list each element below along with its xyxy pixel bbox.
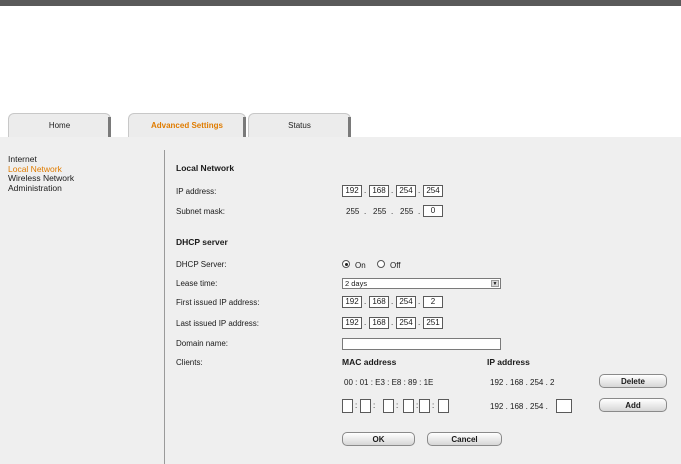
last-ip-octet-1[interactable]: 192	[342, 317, 362, 329]
delete-button[interactable]: Delete	[599, 374, 667, 388]
section-title-local-network: Local Network	[176, 163, 235, 173]
ip-address-label: IP address:	[176, 187, 217, 196]
dhcp-on-radio[interactable]	[342, 260, 350, 268]
new-ip-last-octet[interactable]	[556, 399, 572, 413]
lease-time-value: 2 days	[345, 279, 368, 288]
subnet-mask-label: Subnet mask:	[176, 207, 225, 216]
ip-address-header: IP address	[487, 357, 530, 367]
mask-octet-1: 255	[346, 207, 360, 216]
new-mac-octet-1[interactable]	[342, 399, 353, 413]
sidebar-item-administration[interactable]: Administration	[8, 183, 74, 194]
lease-time-select[interactable]: 2 days ▼	[342, 278, 501, 289]
first-ip-octet-2[interactable]: 168	[369, 296, 389, 308]
mask-octet-3: 255	[400, 207, 414, 216]
tab-status[interactable]: Status	[248, 113, 351, 138]
dhcp-server-label: DHCP Server:	[176, 260, 227, 269]
new-mac-octet-6[interactable]	[438, 399, 449, 413]
lease-time-label: Lease time:	[176, 279, 218, 288]
mask-octet-4[interactable]: 0	[423, 205, 443, 217]
dhcp-off-radio[interactable]	[377, 260, 385, 268]
new-ip-prefix: 192 . 168 . 254 .	[490, 402, 548, 411]
tab-home[interactable]: Home	[8, 113, 111, 138]
mac-address-header: MAC address	[342, 357, 397, 367]
top-bar	[0, 0, 681, 6]
mask-octet-2: 255	[373, 207, 387, 216]
clients-label: Clients:	[176, 358, 203, 367]
tab-label: Home	[48, 121, 71, 130]
last-ip-octet-2[interactable]: 168	[369, 317, 389, 329]
new-mac-octet-5[interactable]	[419, 399, 430, 413]
last-ip-label: Last issued IP address:	[176, 319, 260, 328]
cancel-button[interactable]: Cancel	[427, 432, 502, 446]
section-title-dhcp-server: DHCP server	[176, 237, 228, 247]
chevron-down-icon: ▼	[491, 280, 499, 287]
client-mac: 00 : 01 : E3 : E8 : 89 : 1E	[344, 378, 434, 387]
first-ip-octet-4[interactable]: 2	[423, 296, 443, 308]
first-ip-octet-3[interactable]: 254	[396, 296, 416, 308]
dhcp-off-label: Off	[390, 261, 401, 270]
domain-name-label: Domain name:	[176, 339, 229, 348]
ip-octet-2[interactable]: 168	[369, 185, 389, 197]
client-ip: 192 . 168 . 254 . 2	[490, 378, 555, 387]
tab-label: Advanced Settings	[150, 121, 223, 130]
tab-advanced-settings[interactable]: Advanced Settings	[128, 113, 246, 138]
content-panel	[0, 137, 681, 464]
ip-octet-3[interactable]: 254	[396, 185, 416, 197]
last-ip-octet-4[interactable]: 251	[423, 317, 443, 329]
first-ip-label: First issued IP address:	[176, 298, 260, 307]
tab-label: Status	[288, 121, 311, 130]
sidebar-divider	[164, 150, 165, 464]
ok-button[interactable]: OK	[342, 432, 415, 446]
domain-name-input[interactable]	[342, 338, 501, 350]
new-mac-octet-3[interactable]	[383, 399, 394, 413]
last-ip-octet-3[interactable]: 254	[396, 317, 416, 329]
new-mac-octet-2[interactable]	[360, 399, 371, 413]
first-ip-octet-1[interactable]: 192	[342, 296, 362, 308]
add-button[interactable]: Add	[599, 398, 667, 412]
ip-octet-1[interactable]: 192	[342, 185, 362, 197]
sidebar: Internet Local Network Wireless Network …	[8, 154, 74, 194]
ip-octet-4[interactable]: 254	[423, 185, 443, 197]
dhcp-on-label: On	[355, 261, 366, 270]
new-mac-octet-4[interactable]	[403, 399, 414, 413]
